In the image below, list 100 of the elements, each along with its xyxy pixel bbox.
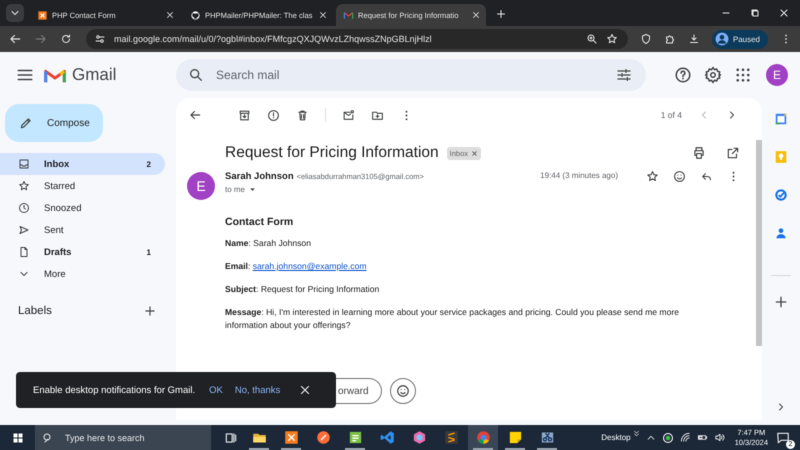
apps-icon[interactable]	[734, 66, 752, 84]
shield-icon[interactable]	[640, 33, 652, 45]
extensions-icon[interactable]	[664, 33, 676, 45]
battery-icon[interactable]	[696, 432, 708, 443]
labels-heading: Labels	[18, 305, 52, 317]
emoji-button[interactable]	[390, 378, 416, 404]
folder-item[interactable]: More	[0, 263, 165, 285]
document-icon	[18, 246, 30, 258]
add-label-icon[interactable]	[143, 304, 157, 318]
avatar-icon	[714, 32, 729, 46]
star-icon	[18, 180, 30, 192]
download-icon[interactable]	[688, 33, 700, 45]
envelope-logo-icon	[44, 66, 66, 84]
folder-item[interactable]: Starred	[0, 175, 165, 197]
status-circle-icon[interactable]	[662, 432, 674, 444]
archive-icon[interactable]	[238, 108, 251, 122]
code-editor-icon	[380, 430, 394, 445]
folder-item[interactable]: Sent	[0, 219, 165, 241]
back-icon[interactable]	[8, 32, 22, 46]
cross-tile-icon	[284, 430, 298, 445]
notifications-icon[interactable]	[776, 430, 790, 444]
taskbar-search-field[interactable]: Type here to search	[35, 425, 211, 450]
tasks-icon[interactable]	[774, 187, 788, 203]
search-input[interactable]: Type here to search	[63, 432, 203, 444]
profile-button[interactable]: Paused	[712, 30, 768, 48]
stripes-icon	[444, 430, 458, 445]
filter-icon[interactable]	[616, 67, 632, 83]
delete-icon[interactable]	[296, 108, 309, 122]
back-icon[interactable]	[188, 108, 202, 122]
mark-unread-icon[interactable]	[342, 108, 355, 122]
close-icon[interactable]	[165, 10, 175, 20]
volume-icon[interactable]	[714, 432, 725, 443]
restore-icon[interactable]	[749, 7, 761, 19]
browser-icon	[476, 430, 490, 445]
page-counter: 1 of 4	[660, 110, 682, 120]
app-name: Gmail	[72, 65, 116, 85]
ok-link[interactable]: OK	[209, 384, 223, 396]
settings-icon[interactable]	[704, 66, 722, 84]
close-icon[interactable]	[778, 7, 790, 19]
bookmark-star-icon[interactable]	[606, 33, 618, 45]
print-icon[interactable]	[692, 146, 706, 160]
address-bar[interactable]: mail.google.com/mail/u/0/?ogbl#inbox/FMfcgzQXJQWvzLZhqwssZNpGBLnjHlzl	[86, 29, 628, 49]
account-avatar[interactable]: E	[766, 64, 788, 86]
snackbar-message: Enable desktop notifications for Gmail.	[33, 384, 196, 396]
message-line: Message: Hi, I'm interested in learning more about your service packages and pricing. Could you please send me more information about your offerings?	[225, 307, 680, 330]
send-icon	[18, 224, 30, 236]
wifi-icon[interactable]	[680, 432, 691, 443]
calendar-icon[interactable]	[774, 111, 788, 127]
star-icon[interactable]	[646, 170, 659, 183]
notepad-icon	[348, 430, 362, 445]
sticky-note-icon	[508, 430, 522, 445]
open-new-window-icon[interactable]	[726, 146, 740, 160]
folder-item[interactable]: Drafts 1	[0, 241, 165, 263]
email-link[interactable]: sarah.johnson@example.com	[252, 261, 367, 271]
field-label: Email:	[225, 261, 250, 271]
sender-name: Sarah Johnson	[225, 171, 294, 182]
desktop-toolbar-label[interactable]: Desktop	[601, 433, 631, 442]
search-field[interactable]: Search mail	[176, 59, 646, 91]
task-view-icon[interactable]	[224, 430, 238, 444]
move-to-icon[interactable]	[371, 108, 384, 122]
remove-label-icon[interactable]	[471, 150, 478, 156]
windows-start-icon[interactable]	[12, 432, 24, 444]
zoom-icon[interactable]	[586, 33, 598, 45]
unread-count: 1	[146, 248, 151, 256]
hexagon-icon	[412, 430, 426, 445]
close-icon[interactable]	[471, 10, 481, 20]
email-subject: Request for Pricing Information	[225, 144, 439, 162]
cross-tile-icon	[37, 10, 48, 20]
message-heading: Contact Form	[225, 216, 294, 228]
inbox-icon	[18, 158, 30, 170]
dismiss-link[interactable]: No, thanks	[234, 384, 280, 396]
search-input[interactable]: Search mail	[214, 67, 606, 83]
sender-avatar: E	[187, 172, 215, 200]
pen-icon	[316, 430, 330, 445]
close-icon[interactable]	[318, 10, 328, 20]
recipient: to me	[225, 185, 246, 194]
forward-icon[interactable]	[34, 32, 48, 46]
scrollbar[interactable]	[756, 140, 762, 346]
new-tab-icon[interactable]	[495, 8, 507, 20]
message-line: Subject: Request for Pricing Information	[225, 284, 380, 294]
timestamp: 19:44 (3 minutes ago)	[540, 171, 618, 180]
folder-item[interactable]: Snoozed	[0, 197, 165, 219]
search-icon[interactable]	[188, 67, 204, 83]
folder-item[interactable]: Inbox 2	[0, 153, 165, 175]
envelope-icon	[343, 10, 354, 20]
report-spam-icon[interactable]	[267, 108, 280, 122]
double-chevron-icon[interactable]	[632, 430, 640, 437]
unread-count: 2	[146, 160, 151, 168]
clock-icon	[18, 202, 30, 214]
reload-icon[interactable]	[60, 33, 72, 45]
emoji-icon	[396, 384, 410, 398]
emoji-icon[interactable]	[673, 170, 686, 183]
compose-button[interactable]: Compose	[5, 104, 103, 142]
site-settings-icon[interactable]	[94, 33, 106, 45]
scissors-icon	[540, 430, 554, 445]
tab-list-button[interactable]	[6, 4, 24, 22]
message-line: Name: Sarah Johnson	[225, 238, 311, 248]
pencil-icon	[19, 116, 33, 130]
help-icon[interactable]	[674, 66, 692, 84]
add-icon[interactable]	[773, 294, 789, 310]
